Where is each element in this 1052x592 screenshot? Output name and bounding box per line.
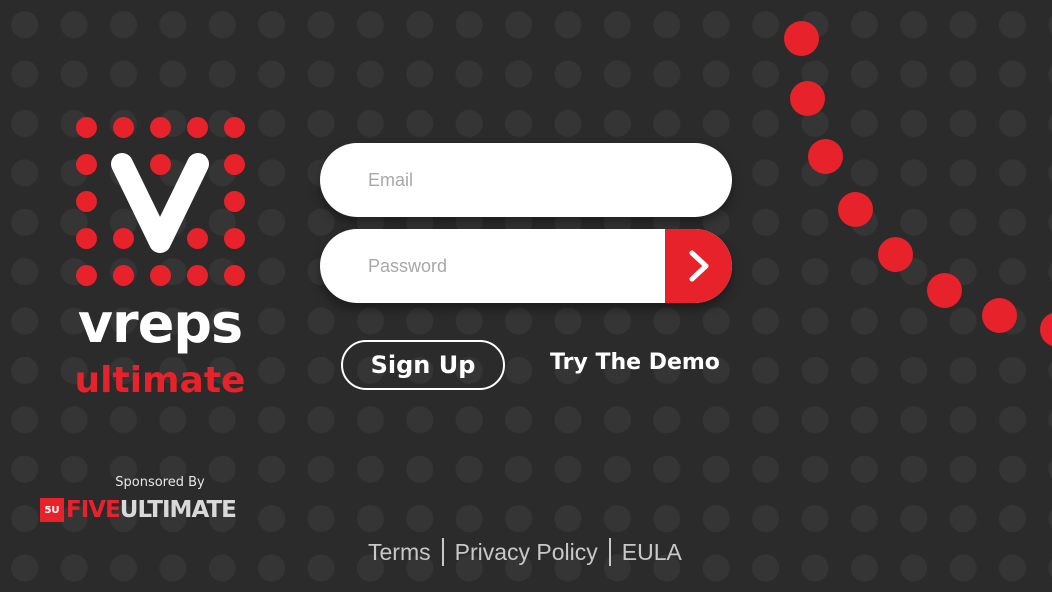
terms-link[interactable]: Terms <box>368 539 431 566</box>
trail-dot <box>838 192 873 227</box>
sponsor-name-part2: ULTIMATE <box>119 497 237 523</box>
password-field-container <box>320 229 732 303</box>
brand-subtitle: ultimate <box>74 360 246 401</box>
footer-divider <box>441 538 444 566</box>
eula-link[interactable]: EULA <box>622 539 682 566</box>
submit-button[interactable] <box>665 229 732 303</box>
try-demo-link[interactable]: Try The Demo <box>550 350 720 375</box>
sponsored-by-label: Sponsored By <box>115 475 205 490</box>
sign-up-button[interactable]: Sign Up <box>341 340 505 390</box>
privacy-policy-link[interactable]: Privacy Policy <box>455 539 598 566</box>
sponsor-mark-icon: 5U <box>40 498 64 522</box>
trail-dot <box>982 298 1017 333</box>
trail-dot <box>878 237 913 272</box>
password-input[interactable] <box>368 229 648 303</box>
logo-v-mark <box>111 153 209 253</box>
chevron-right-icon <box>689 250 708 282</box>
footer-divider <box>608 538 611 566</box>
trail-dot <box>790 81 825 116</box>
sponsor-logo: 5U FIVE ULTIMATE <box>40 496 237 524</box>
brand-name: vreps <box>77 292 243 355</box>
email-field-container <box>320 143 732 217</box>
trail-dot <box>784 21 819 56</box>
trail-dot <box>927 273 962 308</box>
sponsor-name-part1: FIVE <box>66 497 121 523</box>
footer-links: Terms Privacy Policy EULA <box>368 537 682 567</box>
trail-dot <box>808 139 843 174</box>
email-input[interactable] <box>368 143 648 217</box>
